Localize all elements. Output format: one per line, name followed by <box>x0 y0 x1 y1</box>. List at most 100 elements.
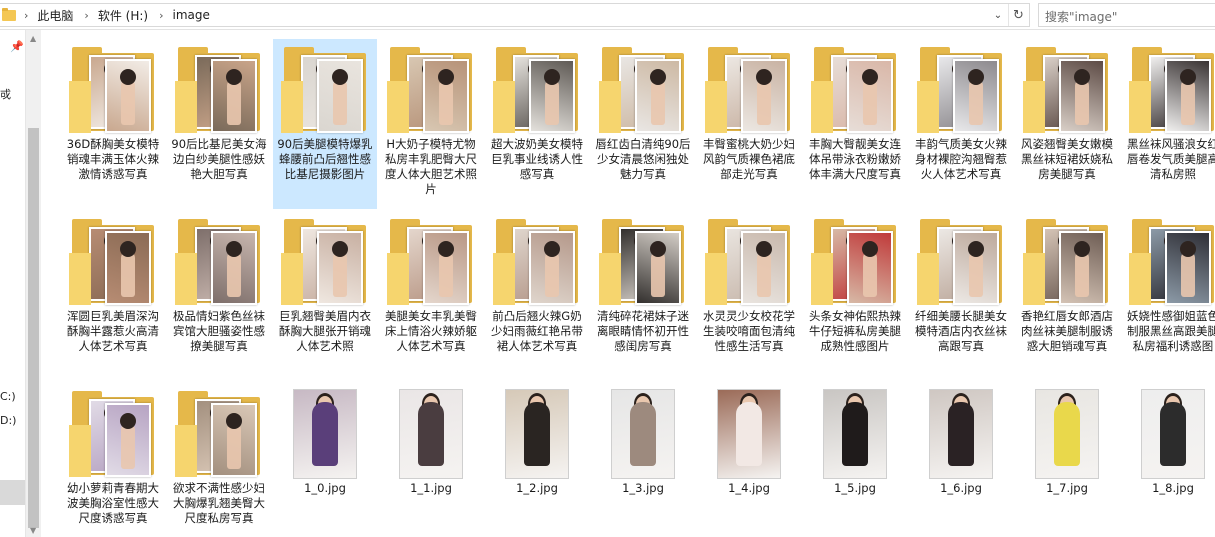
item-label: 欲求不满性感少妇大胸爆乳翘美臀大尺度私房写真 <box>173 481 265 525</box>
folder-item[interactable]: 清纯碎花裙妹子迷离眼睛情怀初开性感闺房写真 <box>591 211 695 381</box>
item-label: 36D酥胸美女模特销魂丰满玉体火辣激情诱惑写真 <box>66 137 160 181</box>
image-thumbnail <box>917 389 1005 479</box>
image-file-item[interactable]: 1_8.jpg <box>1121 383 1215 537</box>
folder-icon <box>493 217 581 307</box>
folder-icon <box>69 389 157 479</box>
folder-item[interactable]: 水灵灵少女校花学生装咬唷面包清纯性感生活写真 <box>697 211 801 381</box>
image-thumbnail <box>387 389 475 479</box>
folder-item[interactable]: 幼小萝莉青春期大波美胸浴室性感大尺度诱惑写真 <box>61 383 165 537</box>
item-label: 1_1.jpg <box>410 481 452 495</box>
folder-item[interactable]: 36D酥胸美女模特销魂丰满玉体火辣激情诱惑写真 <box>61 39 165 209</box>
item-label: 唇红齿白清纯90后少女清晨悠闲独处魅力写真 <box>595 137 691 181</box>
folder-icon <box>599 45 687 135</box>
folder-icon <box>281 45 369 135</box>
folder-icon <box>175 45 263 135</box>
image-thumbnail <box>705 389 793 479</box>
item-label: 1_3.jpg <box>622 481 664 495</box>
image-file-item[interactable]: 1_3.jpg <box>591 383 695 537</box>
item-label: 1_4.jpg <box>728 481 770 495</box>
folder-item[interactable]: 90后比基尼美女海边白纱美腿性感妖艳大胆写真 <box>167 39 271 209</box>
folder-icon <box>917 217 1005 307</box>
item-label: 极品情妇紫色丝袜宾馆大胆骚姿性感撩美腿写真 <box>173 309 265 353</box>
chevron-down-icon[interactable]: ⌄ <box>988 4 1008 26</box>
image-file-item[interactable]: 1_4.jpg <box>697 383 801 537</box>
chevron-up-icon[interactable]: ▲ <box>30 34 36 43</box>
folder-item[interactable]: 头条女神佑熙热辣牛仔短裤私房美腿成熟性感图片 <box>803 211 907 381</box>
item-label: 90后美腿模特爆乳蜂腰前凸后翘性感比基尼摄影图片 <box>277 137 373 181</box>
folder-icon <box>705 217 793 307</box>
breadcrumb-folder[interactable]: image <box>169 8 212 22</box>
nav-item-selected[interactable] <box>0 480 25 505</box>
folder-item[interactable]: 极品情妇紫色丝袜宾馆大胆骚姿性感撩美腿写真 <box>167 211 271 381</box>
chevron-right-icon[interactable]: › <box>84 9 88 22</box>
folder-icon <box>175 217 263 307</box>
image-file-item[interactable]: 1_2.jpg <box>485 383 589 537</box>
folder-icon <box>917 45 1005 135</box>
folder-item[interactable]: 欲求不满性感少妇大胸爆乳翘美臀大尺度私房写真 <box>167 383 271 537</box>
folder-item[interactable]: 黑丝袜风骚浪女红唇卷发气质美腿高清私房照 <box>1121 39 1215 209</box>
image-file-item[interactable]: 1_7.jpg <box>1015 383 1119 537</box>
nav-item[interactable]: 戓 <box>0 86 11 102</box>
file-list: 36D酥胸美女模特销魂丰满玉体火辣激情诱惑写真 90后比基尼美女海边白纱美腿性感妖… <box>42 30 1215 537</box>
chevron-right-icon[interactable]: › <box>24 9 28 22</box>
item-label: 头条女神佑熙热辣牛仔短裤私房美腿成熟性感图片 <box>809 309 901 353</box>
folder-icon <box>705 45 793 135</box>
breadcrumb-this-pc[interactable]: 此电脑 <box>34 7 76 24</box>
image-thumbnail <box>493 389 581 479</box>
folder-item[interactable]: 90后美腿模特爆乳蜂腰前凸后翘性感比基尼摄影图片 <box>273 39 377 209</box>
chevron-down-icon[interactable]: ▼ <box>30 526 36 535</box>
item-label: 1_6.jpg <box>940 481 982 495</box>
image-file-item[interactable]: 1_0.jpg <box>273 383 377 537</box>
folder-item[interactable]: 丰臀蜜桃大奶少妇风韵气质裸色裙底部走光写真 <box>697 39 801 209</box>
breadcrumb-drive[interactable]: 软件 (H:) <box>95 7 151 24</box>
folder-icon <box>1129 217 1215 307</box>
nav-item-drive-c[interactable]: C:) <box>0 390 16 403</box>
folder-icon <box>811 45 899 135</box>
item-label: 90后比基尼美女海边白纱美腿性感妖艳大胆写真 <box>171 137 267 181</box>
chevron-right-icon[interactable]: › <box>159 9 163 22</box>
item-label: 黑丝袜风骚浪女红唇卷发气质美腿高清私房照 <box>1127 137 1215 181</box>
item-label: 巨乳翘臀美眉内衣酥胸大腿张开销魂人体艺术照 <box>279 309 371 353</box>
item-label: H大奶子模特尤物私房丰乳肥臀大尺度人体大胆艺术照片 <box>385 137 477 196</box>
folder-item[interactable]: 香艳红唇女郎酒店肉丝袜美腿制服诱惑大胆销魂写真 <box>1015 211 1119 381</box>
item-label: 水灵灵少女校花学生装咬唷面包清纯性感生活写真 <box>703 309 795 353</box>
item-label: 丰韵气质美女火辣身材裸腔沟翘臀惹火人体艺术写真 <box>915 137 1007 181</box>
pin-icon[interactable]: 📌 <box>10 40 24 53</box>
item-label: 清纯碎花裙妹子迷离眼睛情怀初开性感闺房写真 <box>597 309 689 353</box>
image-thumbnail <box>281 389 369 479</box>
item-label: 美腿美女丰乳美臀床上情浴火辣娇躯人体艺术写真 <box>385 309 477 353</box>
folder-item[interactable]: 风姿翘臀美女嫩模黑丝袜短裙妖娆私房美腿写真 <box>1015 39 1119 209</box>
folder-item[interactable]: 浑圆巨乳美眉深沟酥胸半露惹火高清人体艺术写真 <box>61 211 165 381</box>
image-file-item[interactable]: 1_5.jpg <box>803 383 907 537</box>
folder-icon <box>281 217 369 307</box>
folder-item[interactable]: 巨乳翘臀美眉内衣酥胸大腿张开销魂人体艺术照 <box>273 211 377 381</box>
address-box[interactable]: › 此电脑 › 软件 (H:) › image ⌄ ↻ <box>0 3 1030 27</box>
image-file-item[interactable]: 1_6.jpg <box>909 383 1013 537</box>
nav-item-drive-d[interactable]: D:) <box>0 414 16 427</box>
folder-item[interactable]: 超大波奶美女模特巨乳事业线诱人性感写真 <box>485 39 589 209</box>
item-label: 香艳红唇女郎酒店肉丝袜美腿制服诱惑大胆销魂写真 <box>1021 309 1113 353</box>
item-label: 1_8.jpg <box>1152 481 1194 495</box>
folder-item[interactable]: 纤细美腰长腿美女模特酒店内衣丝袜高跟写真 <box>909 211 1013 381</box>
refresh-icon[interactable]: ↻ <box>1008 4 1028 26</box>
scrollbar-thumb[interactable] <box>28 128 39 528</box>
folder-item[interactable]: 美腿美女丰乳美臀床上情浴火辣娇躯人体艺术写真 <box>379 211 483 381</box>
folder-icon <box>69 217 157 307</box>
folder-icon <box>175 389 263 479</box>
nav-scrollbar[interactable]: ▲ ▼ <box>25 30 41 537</box>
folder-icon <box>1023 217 1111 307</box>
item-label: 纤细美腰长腿美女模特酒店内衣丝袜高跟写真 <box>915 309 1007 353</box>
folder-icon <box>599 217 687 307</box>
item-label: 1_0.jpg <box>304 481 346 495</box>
folder-item[interactable]: H大奶子模特尤物私房丰乳肥臀大尺度人体大胆艺术照片 <box>379 39 483 209</box>
folder-item[interactable]: 丰韵气质美女火辣身材裸腔沟翘臀惹火人体艺术写真 <box>909 39 1013 209</box>
folder-item[interactable]: 妖娆性感御姐蓝色制服黑丝高跟美腿私房福利诱惑图 <box>1121 211 1215 381</box>
folder-item[interactable]: 丰胸大臀靓美女连体吊带泳衣粉嫩娇体丰满大尺度写真 <box>803 39 907 209</box>
folder-item[interactable]: 唇红齿白清纯90后少女清晨悠闲独处魅力写真 <box>591 39 695 209</box>
image-file-item[interactable]: 1_1.jpg <box>379 383 483 537</box>
item-label: 丰臀蜜桃大奶少妇风韵气质裸色裙底部走光写真 <box>703 137 795 181</box>
address-bar: › 此电脑 › 软件 (H:) › image ⌄ ↻ 搜索"image" <box>0 0 1215 30</box>
item-label: 前凸后翘火辣G奶少妇雨薇红艳吊带裙人体艺术写真 <box>491 309 583 353</box>
folder-item[interactable]: 前凸后翘火辣G奶少妇雨薇红艳吊带裙人体艺术写真 <box>485 211 589 381</box>
search-input[interactable]: 搜索"image" <box>1038 3 1215 27</box>
